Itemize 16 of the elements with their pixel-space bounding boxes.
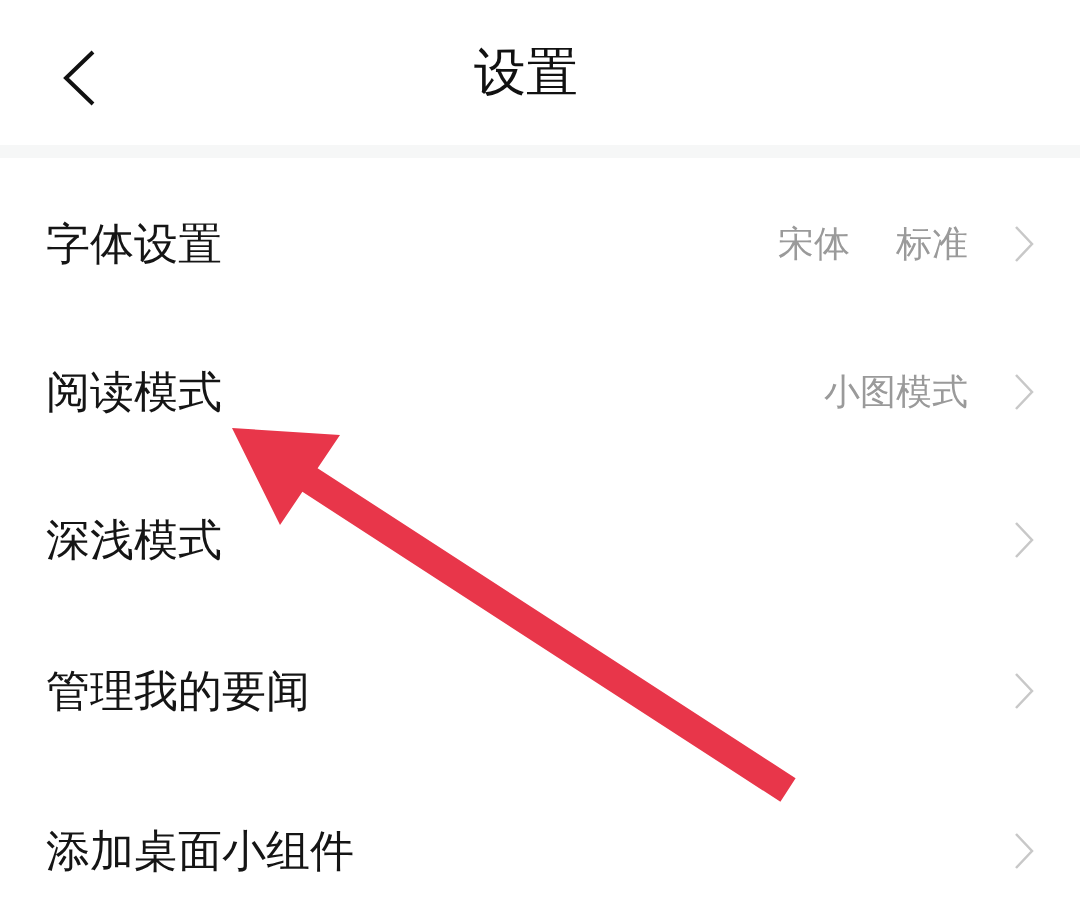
chevron-right-icon[interactable] (1014, 832, 1034, 870)
page-title: 设置 (474, 41, 578, 104)
setting-label[interactable]: 阅读模式 (46, 365, 222, 419)
back-icon (62, 50, 96, 106)
back-button[interactable] (62, 50, 96, 106)
setting-label[interactable]: 添加桌面小组件 (46, 824, 354, 878)
setting-value: 标准 (896, 222, 968, 266)
setting-label[interactable]: 管理我的要闻 (46, 664, 310, 718)
setting-value: 小图模式 (824, 370, 968, 414)
setting-label[interactable]: 深浅模式 (46, 513, 222, 567)
setting-value: 宋体 (778, 222, 850, 266)
chevron-right-icon[interactable] (1014, 672, 1034, 710)
chevron-right-icon[interactable] (1014, 373, 1034, 411)
setting-label[interactable]: 字体设置 (46, 217, 222, 271)
chevron-right-icon[interactable] (1014, 225, 1034, 263)
chevron-right-icon[interactable] (1014, 521, 1034, 559)
